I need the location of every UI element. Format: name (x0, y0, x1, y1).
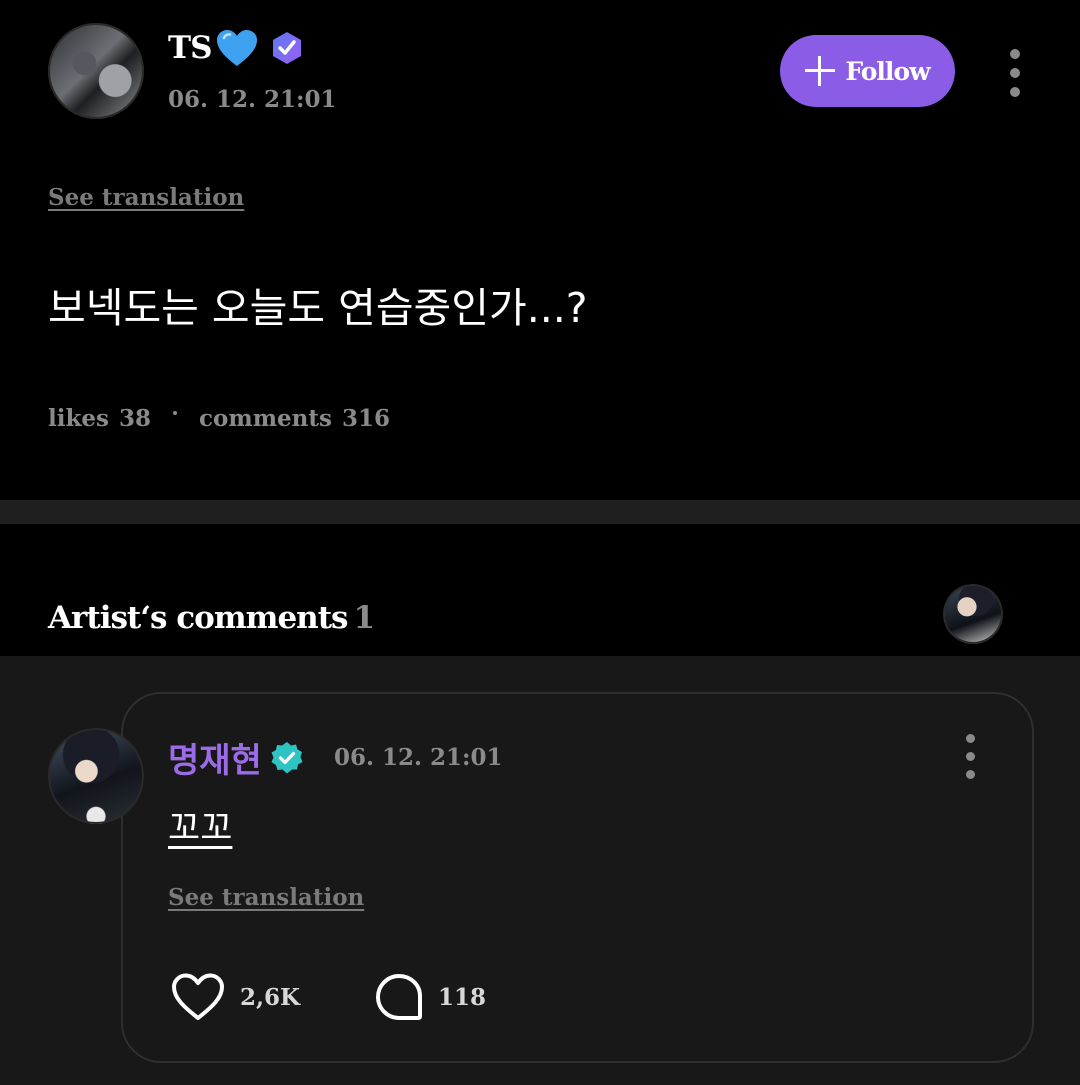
verified-badge-icon (271, 741, 303, 773)
heart-outline-icon (172, 973, 224, 1020)
artist-avatar-small[interactable] (943, 584, 1003, 644)
reply-button[interactable]: 118 (374, 972, 486, 1022)
likes-count: 38 (119, 405, 152, 432)
artist-comments-count: 1 (353, 600, 375, 636)
comments-label[interactable]: comments (199, 405, 332, 432)
comment-bubble-icon (376, 974, 423, 1020)
commenter-name-row[interactable]: 명재현 (168, 733, 304, 782)
post-stats: likes 38 comments 316 (48, 405, 390, 432)
stats-separator (173, 410, 178, 415)
plus-icon (805, 56, 836, 86)
post-body-text: 보넥도는 오늘도 연습중인가...? (48, 284, 588, 332)
post-more-options-icon[interactable] (1010, 49, 1020, 97)
comment-text: 꼬꼬 (168, 809, 233, 849)
comment-timestamp: 06. 12. 21:01 (334, 744, 503, 771)
comments-count[interactable]: 316 (342, 405, 390, 432)
like-button[interactable]: 2,6K (170, 972, 300, 1022)
follow-label: Follow (845, 56, 930, 86)
commenter-name[interactable]: 명재현 (168, 733, 262, 782)
blue-heart-icon (217, 30, 258, 66)
author-avatar[interactable] (48, 23, 144, 119)
post-see-translation-link[interactable]: See translation (48, 184, 244, 211)
follow-button[interactable]: Follow (780, 35, 955, 107)
artist-comments-heading: Artist‘s comments 1 (48, 600, 375, 636)
comment-actions: 2,6K 118 (170, 972, 486, 1022)
comment-more-options-icon[interactable] (966, 734, 975, 779)
author-name[interactable]: TS (168, 30, 212, 66)
section-divider (0, 500, 1080, 524)
reply-count: 118 (438, 983, 487, 1011)
post-timestamp: 06. 12. 21:01 (168, 86, 337, 113)
artist-comments-title: Artist‘s comments (48, 600, 348, 636)
comment-see-translation-link[interactable]: See translation (168, 884, 364, 911)
like-count: 2,6K (240, 983, 301, 1011)
likes-label: likes (48, 405, 109, 432)
author-name-row[interactable]: TS (168, 28, 305, 68)
official-badge-icon (273, 32, 302, 64)
commenter-avatar[interactable] (48, 728, 144, 824)
